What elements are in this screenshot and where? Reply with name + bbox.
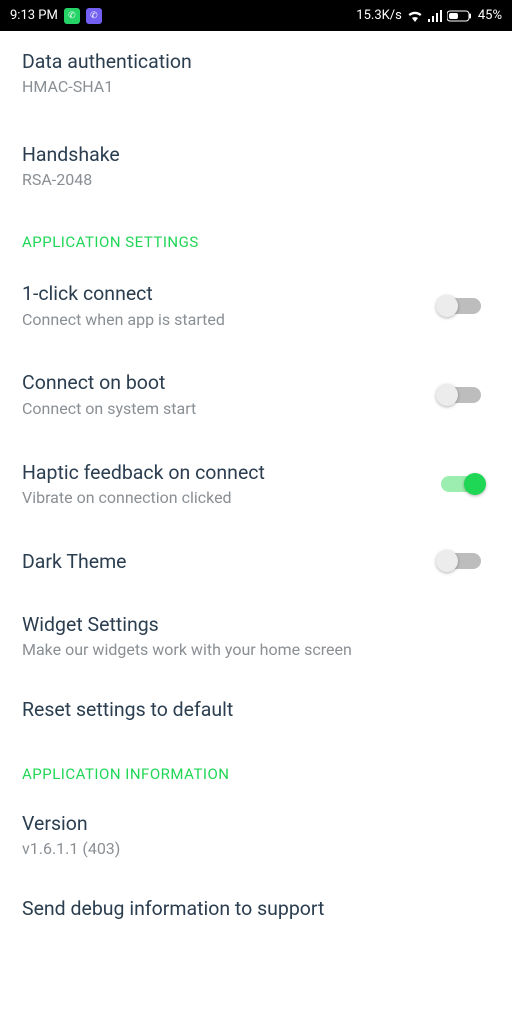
row-title: Data authentication [22,49,490,74]
row-sub: RSA-2048 [22,170,490,191]
row-title: 1-click connect [22,281,428,306]
section-app-info: APPLICATION INFORMATION [22,741,490,793]
status-time: 9:13 PM [10,8,58,23]
row-one-click-connect[interactable]: 1-click connect Connect when app is star… [22,261,490,350]
row-title: Connect on boot [22,370,428,395]
row-title: Widget Settings [22,612,490,637]
status-right: 15.3K/s 45% [356,8,502,23]
status-bar: 9:13 PM ✆ ✆ 15.3K/s 45% [0,0,512,31]
row-sub: Vibrate on connection clicked [22,488,428,509]
row-reset-settings[interactable]: Reset settings to default [22,679,490,740]
settings-content: Data authentication HMAC-SHA1 Handshake … [0,31,512,939]
row-widget-settings[interactable]: Widget Settings Make our widgets work wi… [22,594,490,679]
row-version[interactable]: Version v1.6.1.1 (403) [22,793,490,878]
switch-one-click[interactable] [438,296,484,316]
whatsapp-icon: ✆ [64,8,80,24]
row-dark-theme[interactable]: Dark Theme [22,529,490,594]
row-title: Handshake [22,142,490,167]
row-sub: Connect when app is started [22,310,428,331]
row-sub: Connect on system start [22,399,428,420]
status-left: 9:13 PM ✆ ✆ [10,8,102,24]
row-connect-on-boot[interactable]: Connect on boot Connect on system start [22,350,490,439]
signal-icon [428,10,442,22]
switch-boot[interactable] [438,385,484,405]
section-app-settings: APPLICATION SETTINGS [22,209,490,261]
row-send-debug[interactable]: Send debug information to support [22,878,490,939]
wifi-icon [407,10,423,22]
switch-haptic[interactable] [438,474,484,494]
row-handshake[interactable]: Handshake RSA-2048 [22,124,490,209]
row-title: Version [22,811,490,836]
row-sub: Make our widgets work with your home scr… [22,640,490,661]
battery-icon [447,10,473,22]
network-speed: 15.3K/s [356,8,402,23]
viber-icon: ✆ [86,8,102,24]
row-sub: v1.6.1.1 (403) [22,839,490,860]
row-title: Haptic feedback on connect [22,460,428,485]
row-haptic-feedback[interactable]: Haptic feedback on connect Vibrate on co… [22,440,490,529]
row-title: Dark Theme [22,549,428,574]
switch-dark-theme[interactable] [438,551,484,571]
row-title: Send debug information to support [22,896,490,921]
row-sub: HMAC-SHA1 [22,77,490,98]
battery-percent: 45% [478,8,502,23]
row-data-auth[interactable]: Data authentication HMAC-SHA1 [22,31,490,116]
row-title: Reset settings to default [22,697,490,722]
